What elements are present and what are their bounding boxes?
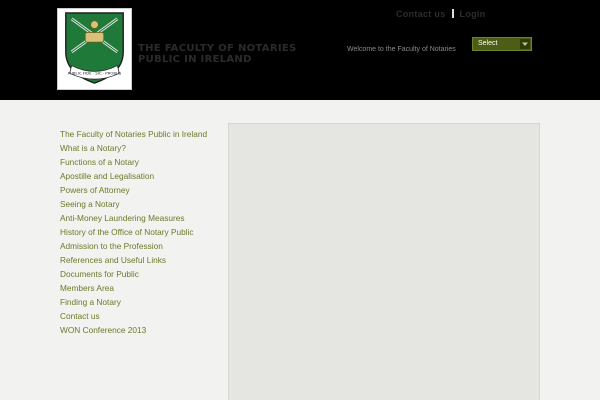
sidebar-item-documents[interactable]: Documents for Public [60, 267, 220, 281]
top-links-divider [451, 9, 454, 18]
sidebar-item-faculty[interactable]: The Faculty of Notaries Public in Irelan… [60, 127, 220, 141]
sidebar-item-anti-money-laundering[interactable]: Anti-Money Laundering Measures [60, 211, 220, 225]
language-select[interactable]: Select [472, 37, 532, 51]
site-title[interactable]: The Faculty of Notaries Public in Irelan… [138, 43, 308, 65]
sidebar-item-finding-a-notary[interactable]: Finding a Notary [60, 295, 220, 309]
sidebar-item-admission[interactable]: Admission to the Profession [60, 239, 220, 253]
sidebar-item-contact-us[interactable]: Contact us [60, 309, 220, 323]
sidebar-item-what-is-a-notary[interactable]: What is a Notary? [60, 141, 220, 155]
top-links: Contact us Login [396, 9, 486, 19]
sidebar-item-members-area[interactable]: Members Area [60, 281, 220, 295]
faculty-crest-logo[interactable]: PUBLIC FIDE · SIC · PROBUS [57, 8, 132, 90]
sidebar-item-won-conference[interactable]: WON Conference 2013 [60, 323, 220, 337]
sidebar-item-seeing-a-notary[interactable]: Seeing a Notary [60, 197, 220, 211]
sidebar-item-references[interactable]: References and Useful Links [60, 253, 220, 267]
main-content-panel [228, 123, 540, 400]
top-link-contact[interactable]: Contact us [396, 9, 446, 19]
site-header: PUBLIC FIDE · SIC · PROBUS The Faculty o… [0, 0, 600, 100]
top-link-login[interactable]: Login [460, 9, 486, 19]
select-label: Select [478, 40, 498, 47]
chevron-down-icon[interactable] [520, 39, 530, 49]
crest-motto: PUBLIC FIDE · SIC · PROBUS [68, 70, 122, 75]
sidebar-nav: The Faculty of Notaries Public in Irelan… [60, 127, 220, 337]
sidebar-item-functions[interactable]: Functions of a Notary [60, 155, 220, 169]
crest-shield-icon: PUBLIC FIDE · SIC · PROBUS [65, 12, 124, 84]
sidebar-item-powers-of-attorney[interactable]: Powers of Attorney [60, 183, 220, 197]
header-tagline: Welcome to the Faculty of Notaries [347, 46, 456, 53]
sidebar-item-history[interactable]: History of the Office of Notary Public [60, 225, 220, 239]
sidebar-item-apostille[interactable]: Apostille and Legalisation [60, 169, 220, 183]
